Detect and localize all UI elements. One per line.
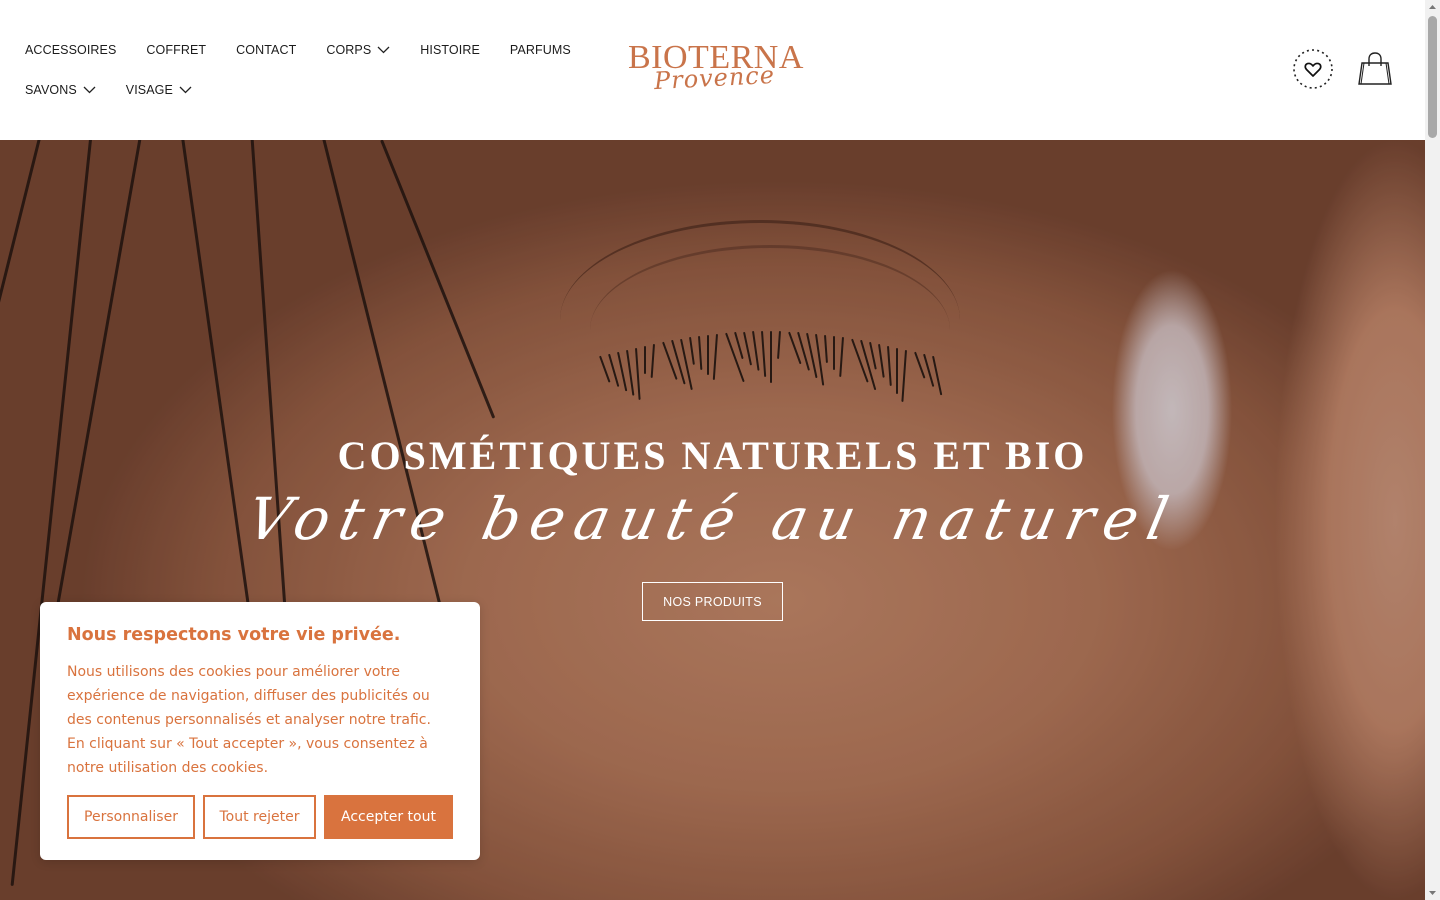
nav-item-corps[interactable]: CORPS — [326, 43, 390, 57]
hero-subtitle: Votre beauté au naturel — [241, 485, 1184, 553]
logo-script: Provence — [653, 60, 776, 96]
nav-item-label: CONTACT — [236, 43, 297, 57]
accept-all-button[interactable]: Accepter tout — [324, 795, 453, 839]
scroll-down-arrow-icon[interactable] — [1428, 888, 1437, 898]
shopping-bag-icon — [1358, 52, 1392, 85]
nav-item-label: PARFUMS — [509, 43, 571, 57]
nav-item-label: CORPS — [326, 43, 372, 57]
nav-item-accessoires[interactable]: ACCESSOIRES — [25, 43, 116, 57]
nav-row: SAVONS VISAGE — [25, 78, 565, 102]
chevron-down-icon — [179, 86, 192, 94]
nav-item-contact[interactable]: CONTACT — [236, 43, 296, 57]
cookie-text: Nous utilisons des cookies pour améliore… — [67, 664, 431, 776]
cookie-title: Nous respectons votre vie privée. — [67, 625, 401, 645]
cookie-actions: Personnaliser Tout rejeter Accepter tout — [67, 795, 453, 839]
scroll-up-arrow-icon[interactable] — [1428, 2, 1437, 12]
main-nav: ACCESSOIRES COFFRET CONTACT CORPS HISTOIRE PA… — [25, 38, 571, 118]
nav-item-label: ACCESSOIRES — [25, 43, 117, 57]
nav-item-coffret[interactable]: COFFRET — [146, 43, 206, 57]
scrollbar[interactable] — [1425, 0, 1440, 900]
nav-item-label: VISAGE — [125, 83, 173, 97]
site-logo[interactable]: BIOTERNA Provence — [628, 40, 808, 100]
nav-item-visage[interactable]: VISAGE — [126, 83, 192, 97]
hero-title: COSMÉTIQUES NATURELS ET BIO — [337, 433, 1088, 478]
scrollbar-thumb[interactable] — [1428, 16, 1437, 138]
chevron-down-icon — [83, 86, 96, 94]
wishlist-button[interactable] — [1292, 48, 1334, 90]
cookie-banner: Nous respectons votre vie privée. Nous u… — [40, 602, 480, 860]
cart-button[interactable] — [1356, 50, 1394, 88]
heart-icon — [1293, 49, 1333, 89]
nav-item-parfums[interactable]: PARFUMS — [510, 43, 571, 57]
nav-row: ACCESSOIRES COFFRET CONTACT CORPS HISTOIRE PA… — [25, 38, 571, 62]
products-button[interactable]: NOS PRODUITS — [642, 582, 783, 621]
nav-item-label: SAVONS — [25, 83, 77, 97]
customize-button[interactable]: Personnaliser — [67, 795, 195, 839]
reject-all-button[interactable]: Tout rejeter — [203, 795, 316, 839]
nav-item-label: COFFRET — [146, 43, 207, 57]
nav-item-label: HISTOIRE — [420, 43, 480, 57]
chevron-down-icon — [377, 46, 390, 54]
nav-item-histoire[interactable]: HISTOIRE — [420, 43, 480, 57]
site-header: ACCESSOIRES COFFRET CONTACT CORPS HISTOIRE PA… — [0, 0, 1425, 140]
nav-item-savons[interactable]: SAVONS — [25, 83, 96, 97]
